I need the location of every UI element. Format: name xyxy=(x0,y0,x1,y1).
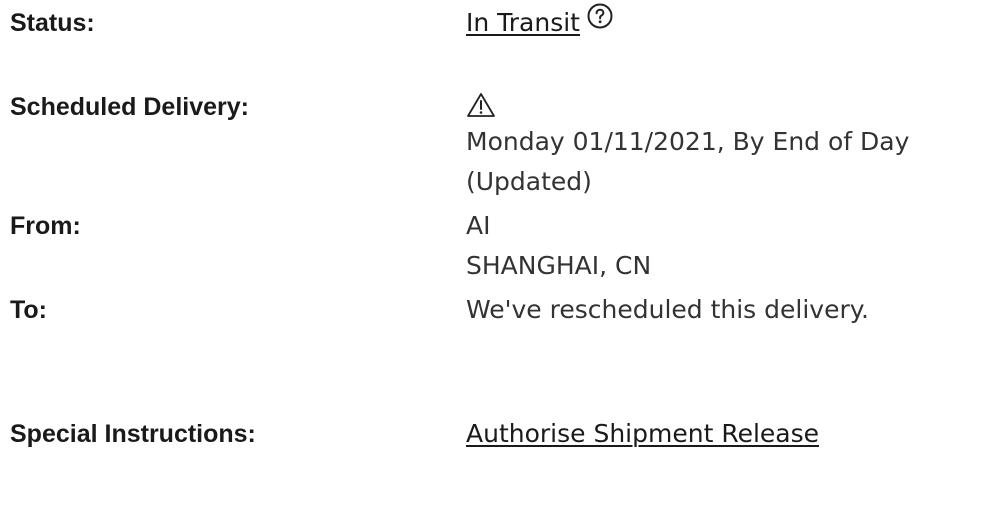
from-line1: AI xyxy=(466,211,491,240)
question-circle-icon[interactable] xyxy=(586,2,614,42)
to-value: We've rescheduled this delivery. xyxy=(466,295,869,324)
warning-triangle-icon xyxy=(466,92,496,118)
special-instructions-row: Authorise Shipment Release xyxy=(466,414,819,454)
authorise-shipment-release-link[interactable]: Authorise Shipment Release xyxy=(466,419,819,448)
to-label: To: xyxy=(10,296,48,324)
scheduled-delivery-date: Monday 01/11/2021, By End of Day xyxy=(466,127,910,156)
from-label: From: xyxy=(10,212,81,240)
special-instructions-label: Special Instructions: xyxy=(10,420,256,448)
status-value-row: In Transit xyxy=(466,3,614,43)
scheduled-delivery-updated: (Updated) xyxy=(466,167,592,196)
scheduled-delivery-label: Scheduled Delivery: xyxy=(10,93,249,121)
status-link[interactable]: In Transit xyxy=(466,8,580,37)
status-label: Status: xyxy=(10,9,95,37)
from-line2: SHANGHAI, CN xyxy=(466,251,652,280)
